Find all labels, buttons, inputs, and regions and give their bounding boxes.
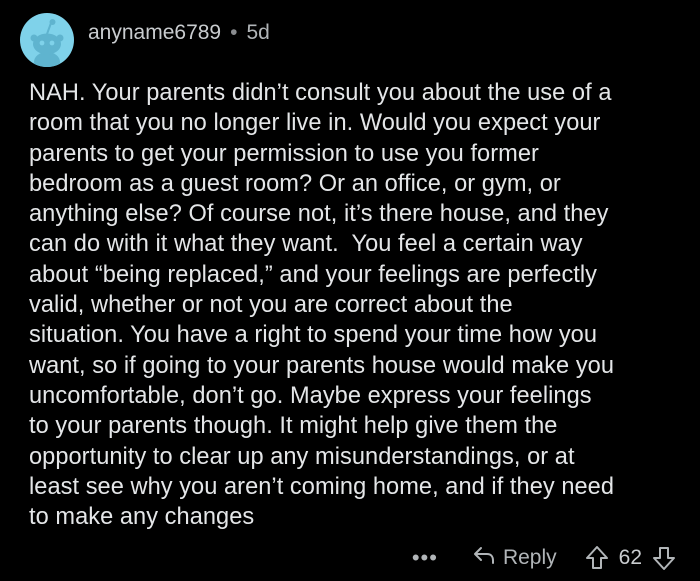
vote-controls: 62 (585, 545, 676, 571)
meta-separator: • (230, 21, 238, 44)
comment-card: anyname6789 • 5d NAH. Your parents didn’… (0, 0, 700, 581)
reply-label: Reply (502, 546, 557, 569)
upvote-arrow-icon[interactable] (585, 545, 609, 571)
comment-meta: anyname6789 • 5d (88, 21, 270, 45)
more-options-button[interactable]: ••• (412, 545, 438, 571)
snoo-avatar-icon[interactable] (20, 13, 74, 67)
downvote-arrow-icon[interactable] (652, 545, 676, 571)
comment-actions: ••• Reply 62 (412, 538, 676, 578)
author-username[interactable]: anyname6789 (88, 21, 221, 45)
comment-body: NAH. Your parents didn’t consult you abo… (29, 80, 615, 531)
reply-arrow-icon (472, 544, 503, 572)
comment-header: anyname6789 • 5d (20, 12, 270, 68)
vote-score: 62 (618, 546, 642, 569)
comment-age: 5d (246, 21, 270, 44)
reply-button[interactable]: Reply (472, 544, 557, 572)
